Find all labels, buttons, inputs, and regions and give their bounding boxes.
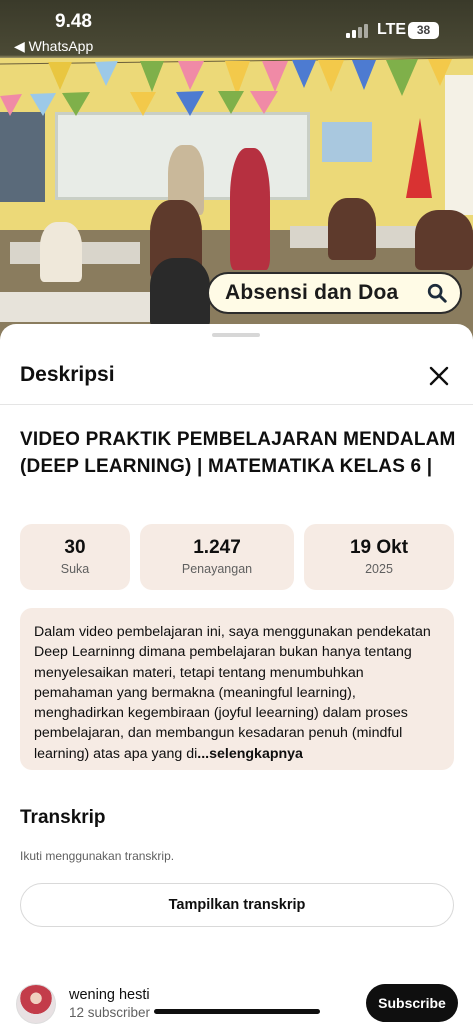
show-more-link[interactable]: ...selengkapnya <box>197 746 303 762</box>
stat-date: 19 Okt 2025 <box>304 524 454 590</box>
search-icon <box>427 283 447 303</box>
transcript-subtitle: Ikuti menggunakan transkrip. <box>20 849 175 863</box>
avatar[interactable] <box>16 984 56 1024</box>
network-label: LTE <box>377 21 407 38</box>
student <box>40 222 82 282</box>
wall-poster <box>0 112 45 202</box>
show-transcript-button[interactable]: Tampilkan transkrip <box>20 883 454 927</box>
description-sheet: Deskripsi VIDEO PRAKTIK PEMBELAJARAN MEN… <box>0 324 473 1024</box>
description-text: Dalam video pembelajaran ini, saya mengg… <box>34 624 431 762</box>
teacher <box>230 148 270 270</box>
status-bar: 9.48 ◀ WhatsApp LTE 38 <box>0 0 473 58</box>
student <box>150 258 210 328</box>
video-player[interactable]: 9.48 ◀ WhatsApp LTE 38 Absensi dan Doa <box>0 0 473 340</box>
bunting-decoration <box>0 57 473 116</box>
battery-icon: 38 <box>408 22 439 39</box>
status-time: 9.48 <box>55 11 92 32</box>
sheet-title: Deskripsi <box>20 363 115 386</box>
stat-label: Penayangan <box>181 562 253 576</box>
stat-label: 2025 <box>365 562 393 576</box>
wall-poster <box>322 122 372 162</box>
red-flag <box>406 118 432 198</box>
divider <box>0 404 473 405</box>
transcript-heading: Transkrip <box>20 807 106 828</box>
back-to-whatsapp-link[interactable]: ◀ WhatsApp <box>14 38 93 55</box>
subscribe-button[interactable]: Subscribe <box>366 984 458 1022</box>
video-overlay-caption: Absensi dan Doa <box>207 272 462 314</box>
drag-handle[interactable] <box>212 333 260 337</box>
stat-likes: 30 Suka <box>20 524 130 590</box>
stat-value: 1.247 <box>193 537 241 558</box>
home-indicator[interactable] <box>154 1009 320 1014</box>
close-icon[interactable] <box>425 362 453 390</box>
overlay-caption-text: Absensi dan Doa <box>225 281 399 304</box>
stats-row: 30 Suka 1.247 Penayangan 19 Okt 2025 <box>20 524 454 590</box>
description-box[interactable]: Dalam video pembelajaran ini, saya mengg… <box>20 608 454 770</box>
stat-label: Suka <box>60 562 90 576</box>
stat-value: 19 Okt <box>349 537 409 558</box>
channel-name[interactable]: wening hesti <box>69 987 150 1003</box>
student <box>415 210 473 270</box>
stat-value: 30 <box>64 537 86 558</box>
subscriber-count: 12 subscriber <box>69 1005 151 1020</box>
stat-views: 1.247 Penayangan <box>140 524 294 590</box>
student <box>328 198 376 260</box>
desk <box>0 292 150 322</box>
video-title: VIDEO PRAKTIK PEMBELAJARAN MENDALAM (DEE… <box>20 429 456 477</box>
signal-icon <box>346 24 370 38</box>
